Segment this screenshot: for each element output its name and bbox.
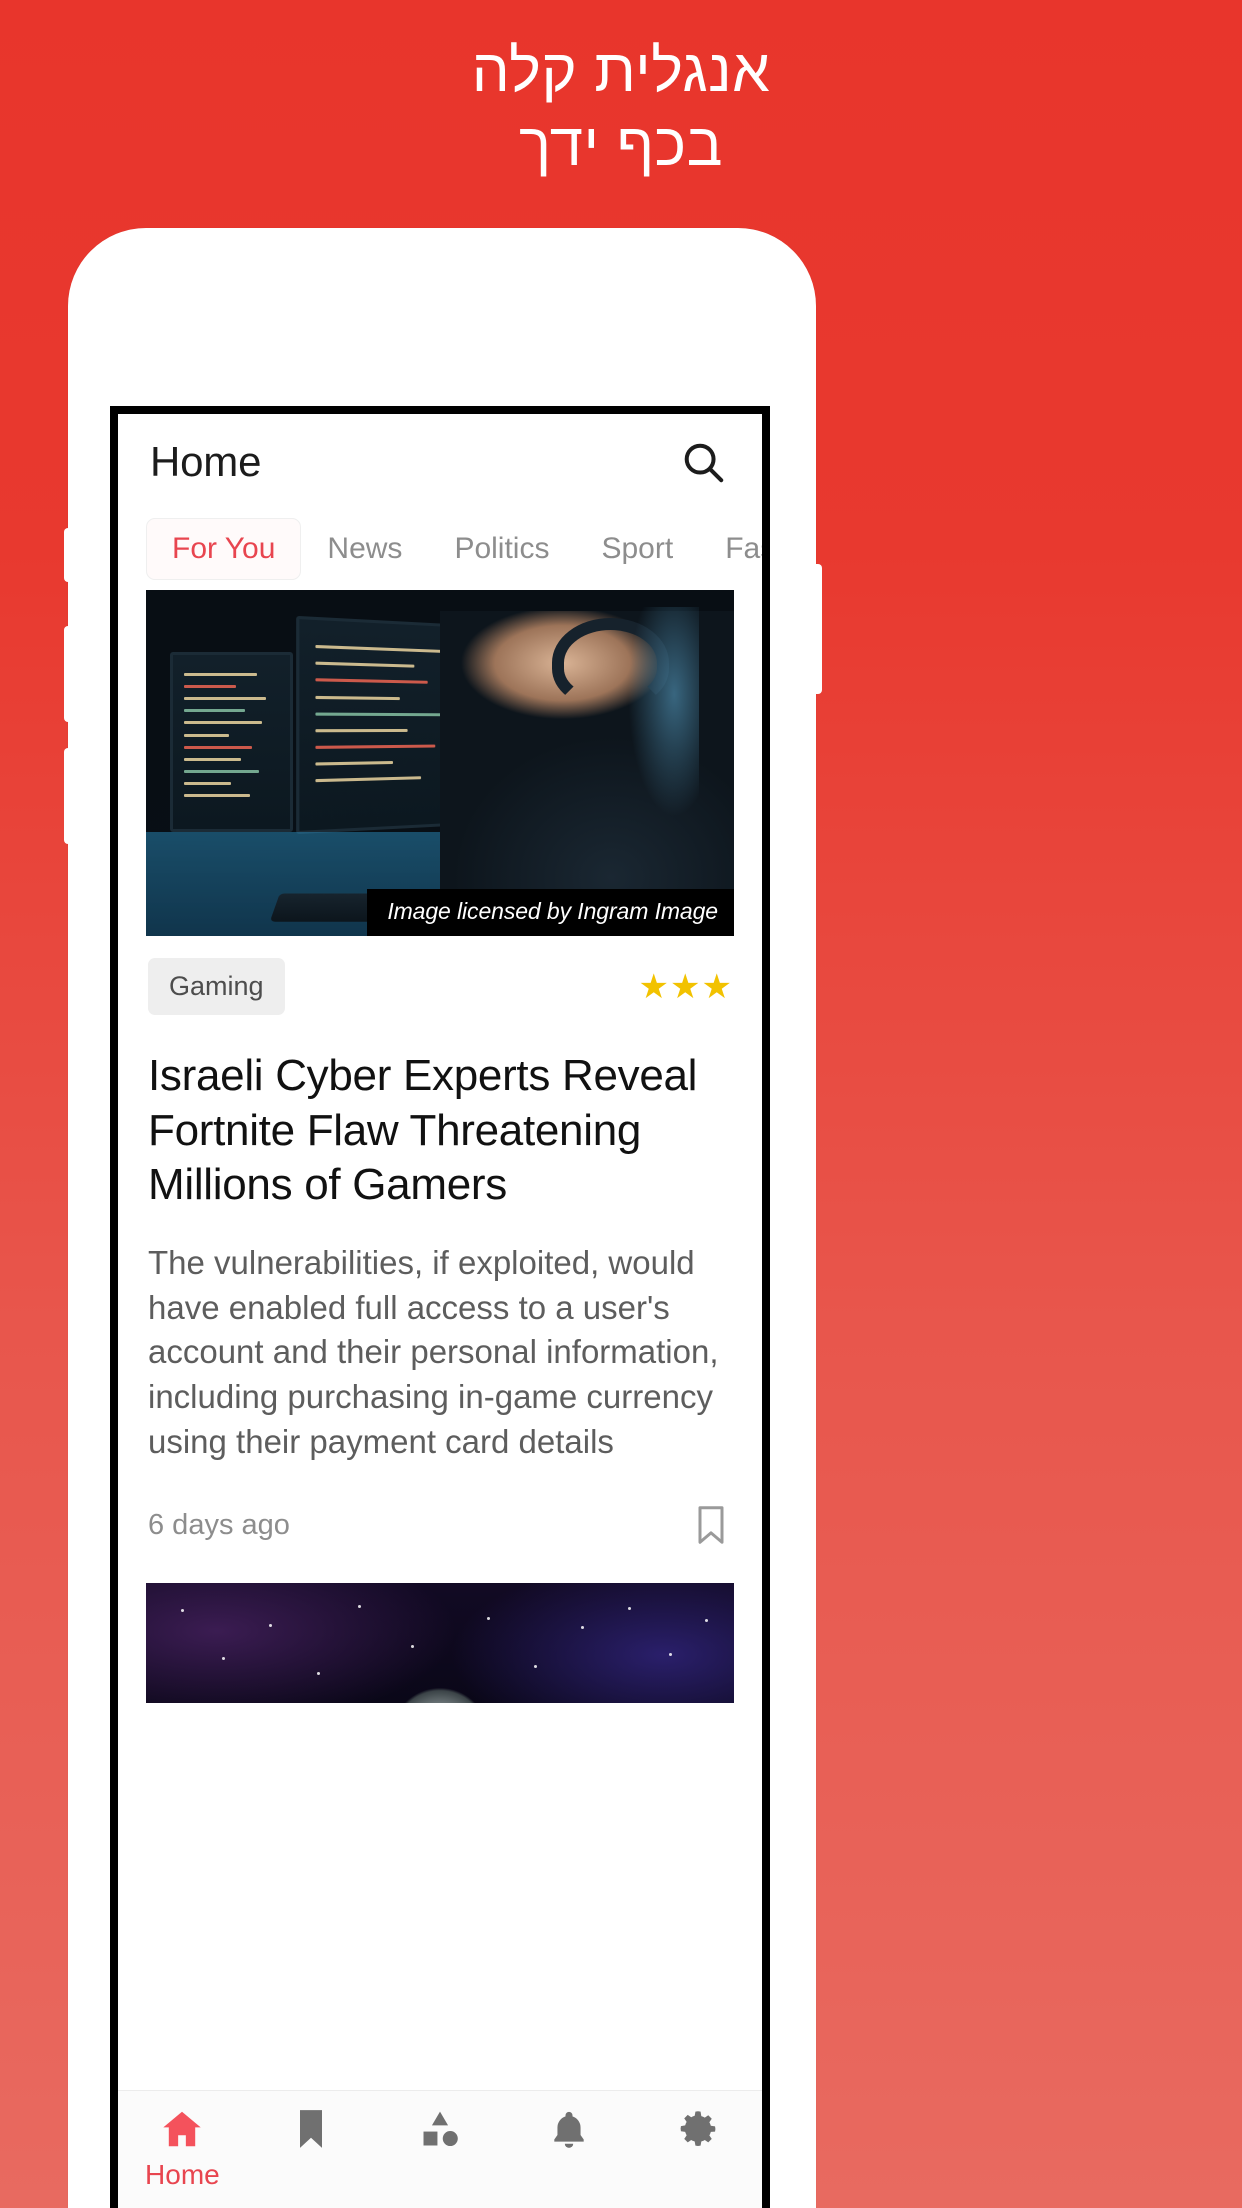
phone-screen-frame: Home For You News Politics Sport Fashion… [110,406,770,2208]
article-timestamp: 6 days ago [148,1508,290,1541]
monitor-left-icon [169,652,293,833]
promo-headline-line-1: אנגלית קלה [471,37,771,104]
tab-for-you[interactable]: For You [146,518,302,580]
bookmark-icon [292,2107,330,2151]
home-icon [159,2107,205,2151]
bottom-navigation[interactable]: Home [118,2090,762,2208]
image-credit: Image licensed by Ingram Image [367,889,734,936]
search-icon [680,439,726,485]
phone-volume-down-button [64,748,72,844]
promo-headline-line-2: בכף ידך [518,110,724,178]
nav-label-home: Home [145,2159,220,2190]
star-icon: ★ [638,967,670,1006]
difficulty-rating: ★ ★ ★ [639,970,732,1004]
category-chip[interactable]: Gaming [148,958,285,1015]
star-icon: ★ [670,967,701,1006]
search-button[interactable] [674,433,732,491]
nav-item-settings[interactable] [633,2107,762,2151]
nav-item-home[interactable]: Home [118,2107,247,2191]
article-card[interactable]: Image licensed by Ingram Image Gaming ★ … [118,590,762,1578]
shapes-icon [418,2107,462,2151]
app-bar: Home [118,414,762,510]
phone-volume-up-button [64,626,72,722]
phone-power-button [812,564,822,694]
category-tab-bar[interactable]: For You News Politics Sport Fashion & Be… [118,510,762,590]
tab-news[interactable]: News [301,518,428,580]
article-card-next[interactable] [118,1583,762,1704]
tab-fashion-beauty[interactable]: Fashion & Beauty [699,518,762,580]
bookmark-button[interactable] [692,1503,730,1547]
article-meta-row: Gaming ★ ★ ★ [146,936,734,1025]
article-image-next [146,1583,734,1704]
rim-light [522,607,699,850]
nav-item-notifications[interactable] [504,2107,633,2151]
bell-icon [548,2107,590,2151]
article-summary: The vulnerabilities, if exploited, would… [148,1243,719,1461]
promo-screenshot: אנגלית קלה בכף ידך Home For You News Pol… [0,0,1242,2208]
app-screen: Home For You News Politics Sport Fashion… [118,414,762,2208]
gear-icon [676,2107,720,2151]
article-footer: 6 days ago [146,1465,734,1577]
promo-headline: אנגלית קלה בכף ידך [0,34,1242,182]
article-title[interactable]: Israeli Cyber Experts Reveal Fortnite Fl… [146,1025,734,1213]
tab-sport[interactable]: Sport [575,518,699,580]
article-feed: Image licensed by Ingram Image Gaming ★ … [118,590,762,1704]
phone-mute-switch [64,528,72,582]
space-scene [146,1583,734,1704]
star-icon: ★ [701,967,732,1006]
page-title: Home [150,438,262,485]
tab-politics[interactable]: Politics [428,518,575,580]
nav-item-bookmarks[interactable] [247,2107,376,2151]
bookmark-outline-icon [692,1506,730,1551]
nav-item-categories[interactable] [376,2107,505,2151]
article-image: Image licensed by Ingram Image [146,590,734,936]
